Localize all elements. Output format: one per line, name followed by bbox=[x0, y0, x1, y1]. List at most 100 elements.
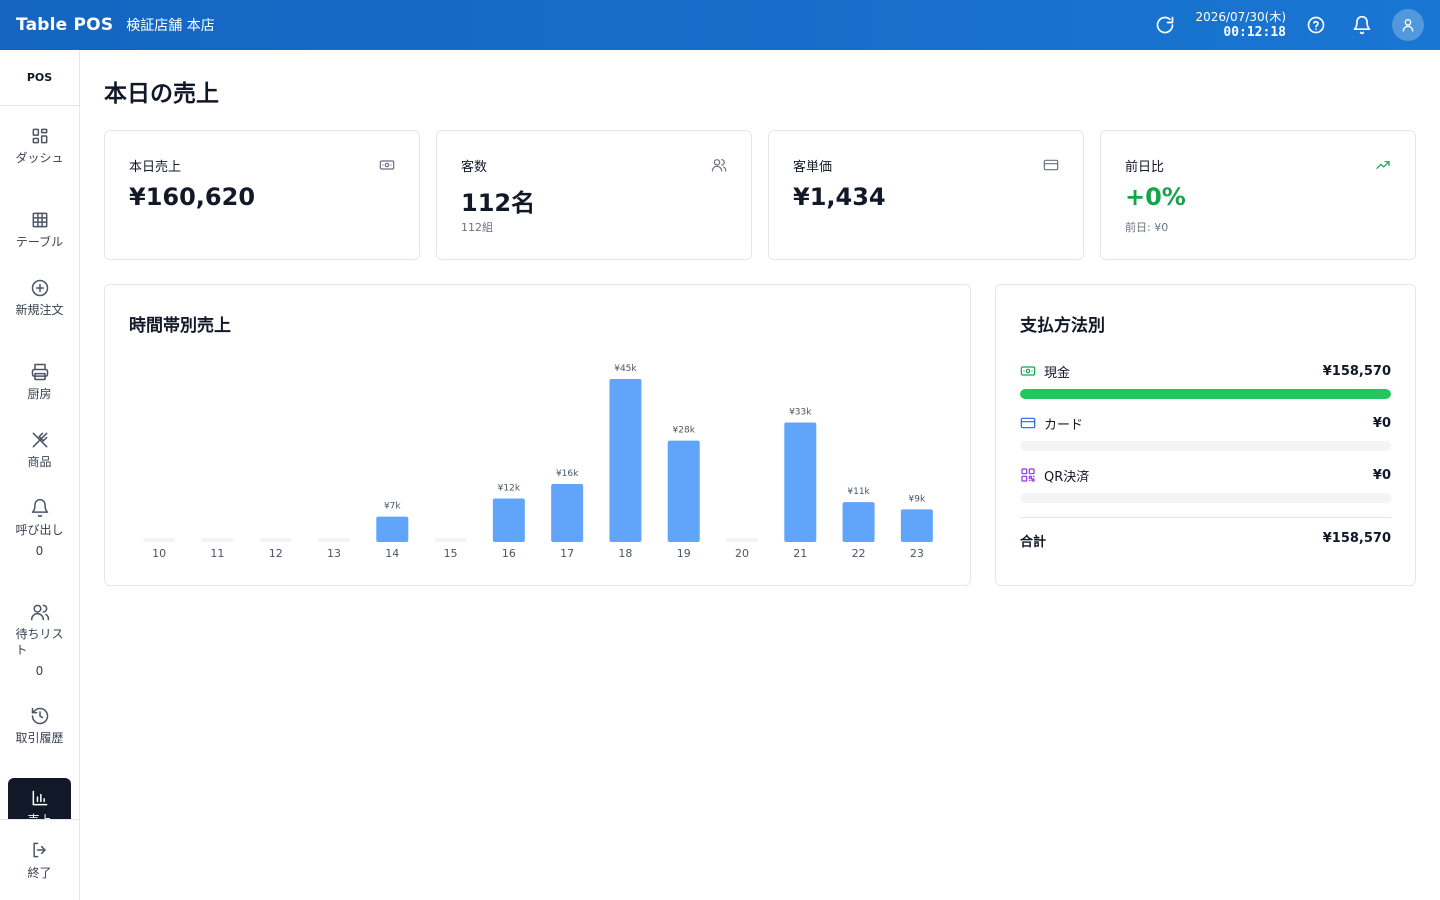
brand-title: Table POS bbox=[16, 15, 114, 35]
payment-progress-track bbox=[1020, 389, 1391, 399]
logout-icon bbox=[32, 842, 46, 858]
bar-value-label-19: ¥28k bbox=[673, 426, 696, 436]
payment-row-qr: QR決済 ¥0 bbox=[1020, 465, 1391, 503]
bar-value-label-21: ¥33k bbox=[789, 407, 812, 417]
sidebar-item-label: 待ちリスト bbox=[15, 627, 64, 657]
bar-hour-23 bbox=[900, 509, 933, 542]
bar-hour-15 bbox=[434, 538, 467, 542]
payment-total-row: 合計 ¥158,570 bbox=[1020, 531, 1391, 550]
waitlist-count-badge: 0 bbox=[35, 664, 44, 678]
sidebar-nav[interactable]: ダッシュ テーブル 新規注文 厨房 商品 呼び出し 0 待ちリスト 0 取引履歴 bbox=[0, 106, 79, 819]
credit-card-icon bbox=[1020, 417, 1036, 429]
help-button[interactable] bbox=[1300, 9, 1332, 41]
bar-value-label-22: ¥11k bbox=[847, 487, 870, 497]
sidebar-item-history[interactable]: 取引履歴 bbox=[8, 696, 71, 764]
payment-amount: ¥158,570 bbox=[1322, 363, 1391, 379]
sidebar-item-label: 商品 bbox=[27, 455, 52, 469]
qr-code-icon bbox=[1021, 468, 1035, 482]
stat-card-sales: 本日売上 ¥160,620 bbox=[104, 130, 420, 260]
refresh-button[interactable] bbox=[1149, 9, 1181, 41]
page-title: 本日の売上 bbox=[104, 81, 219, 107]
sidebar: POS ダッシュ テーブル 新規注文 厨房 商品 呼び出し 0 待ちリスト 0 … bbox=[0, 50, 80, 900]
stat-value: 112名 bbox=[461, 189, 536, 217]
stat-card-avg-spend: 客単価 ¥1,434 bbox=[768, 130, 1084, 260]
header-actions: 2026/07/30(木) 00:12:18 bbox=[1135, 9, 1424, 41]
sidebar-title: POS bbox=[0, 50, 79, 106]
sidebar-item-label: 呼び出し bbox=[15, 523, 64, 537]
sidebar-item-label: 厨房 bbox=[27, 387, 52, 401]
stat-value: ¥160,620 bbox=[129, 183, 256, 211]
payment-progress-track bbox=[1020, 493, 1391, 503]
sidebar-item-calls[interactable]: 呼び出し 0 bbox=[8, 488, 71, 578]
refresh-icon bbox=[1157, 16, 1174, 34]
payment-name: カード bbox=[1044, 417, 1084, 433]
x-tick-label-19: 19 bbox=[677, 547, 691, 560]
history-icon bbox=[31, 707, 48, 725]
x-tick-label-20: 20 bbox=[735, 547, 749, 560]
payment-amount: ¥0 bbox=[1372, 467, 1391, 483]
payment-progress-fill bbox=[1020, 389, 1391, 399]
store-name: 検証店舗 本店 bbox=[126, 18, 215, 34]
x-tick-label-18: 18 bbox=[618, 547, 632, 560]
x-tick-label-13: 13 bbox=[327, 547, 341, 560]
credit-card-icon bbox=[1043, 157, 1059, 173]
bar-value-label-18: ¥45k bbox=[614, 364, 637, 374]
bar-hour-12 bbox=[259, 538, 292, 542]
stat-card-customers: 客数 112名 112組 bbox=[436, 130, 752, 260]
payment-title: 支払方法別 bbox=[1020, 316, 1105, 336]
sidebar-item-waitlist[interactable]: 待ちリスト 0 bbox=[8, 592, 71, 682]
users-icon bbox=[711, 157, 727, 173]
bar-hour-17 bbox=[551, 484, 584, 542]
x-tick-label-22: 22 bbox=[852, 547, 866, 560]
user-icon bbox=[1402, 19, 1414, 32]
exit-button[interactable]: 終了 bbox=[0, 819, 79, 900]
hourly-sales-chart: 10 11 12 13 ¥7k 14 15 ¥12k 16 ¥16k 17 ¥45k 18 ¥28k 19 2… bbox=[143, 364, 933, 560]
payment-method-card: 支払方法別 現金 ¥158,570 カード ¥0 QR決済 ¥0 合計 ¥158… bbox=[995, 284, 1416, 586]
banknote-icon bbox=[1020, 366, 1036, 376]
user-avatar-button[interactable] bbox=[1392, 9, 1424, 41]
app-header: Table POS 検証店舗 本店 2026/07/30(木) 00:12:18 bbox=[0, 0, 1440, 50]
clock: 2026/07/30(木) 00:12:18 bbox=[1195, 9, 1286, 41]
bar-value-label-17: ¥16k bbox=[556, 469, 579, 479]
bar-value-label-14: ¥7k bbox=[384, 502, 401, 512]
notifications-button[interactable] bbox=[1346, 9, 1378, 41]
sidebar-item-label: 売上 bbox=[16, 812, 64, 819]
banknote-icon bbox=[379, 157, 395, 173]
stat-value: +0% bbox=[1125, 183, 1186, 211]
clock-time: 00:12:18 bbox=[1223, 25, 1286, 40]
table-grid-icon bbox=[32, 212, 47, 228]
sidebar-item-new-order[interactable]: 新規注文 bbox=[8, 268, 71, 336]
payment-total-label: 合計 bbox=[1020, 535, 1047, 550]
bar-hour-19 bbox=[667, 440, 700, 542]
sidebar-item-kitchen[interactable]: 厨房 bbox=[8, 352, 71, 404]
x-tick-label-21: 21 bbox=[793, 547, 807, 560]
clock-date: 2026/07/30(木) bbox=[1195, 10, 1286, 24]
payment-amount: ¥0 bbox=[1372, 415, 1391, 431]
calls-count-badge: 0 bbox=[35, 544, 44, 558]
x-tick-label-23: 23 bbox=[910, 547, 924, 560]
sidebar-item-label: ダッシュ bbox=[15, 151, 64, 165]
payment-name: QR決済 bbox=[1044, 469, 1090, 485]
payment-total-value: ¥158,570 bbox=[1322, 531, 1391, 546]
utensils-icon bbox=[32, 432, 47, 448]
bell-icon bbox=[31, 498, 48, 518]
sidebar-item-tables[interactable]: テーブル bbox=[8, 200, 71, 252]
sidebar-item-dashboard[interactable]: ダッシュ bbox=[8, 116, 71, 184]
printer-icon bbox=[31, 363, 48, 381]
help-circle-icon bbox=[1307, 16, 1325, 34]
stat-label: 客単価 bbox=[793, 160, 833, 175]
bar-hour-11 bbox=[201, 538, 234, 542]
sidebar-item-products[interactable]: 商品 bbox=[8, 420, 71, 472]
bar-hour-20 bbox=[726, 538, 758, 542]
stat-label: 客数 bbox=[461, 160, 488, 175]
x-tick-label-16: 16 bbox=[502, 547, 516, 560]
sidebar-item-sales[interactable]: 売上 bbox=[8, 778, 71, 819]
sidebar-item-label: 取引履歴 bbox=[15, 731, 64, 745]
bar-hour-10 bbox=[143, 538, 176, 542]
stat-sub: 112組 bbox=[461, 221, 493, 234]
bar-hour-14 bbox=[376, 516, 409, 542]
x-tick-label-11: 11 bbox=[210, 547, 224, 560]
x-tick-label-17: 17 bbox=[560, 547, 574, 560]
x-tick-label-14: 14 bbox=[385, 547, 399, 560]
plus-circle-icon bbox=[31, 279, 48, 297]
